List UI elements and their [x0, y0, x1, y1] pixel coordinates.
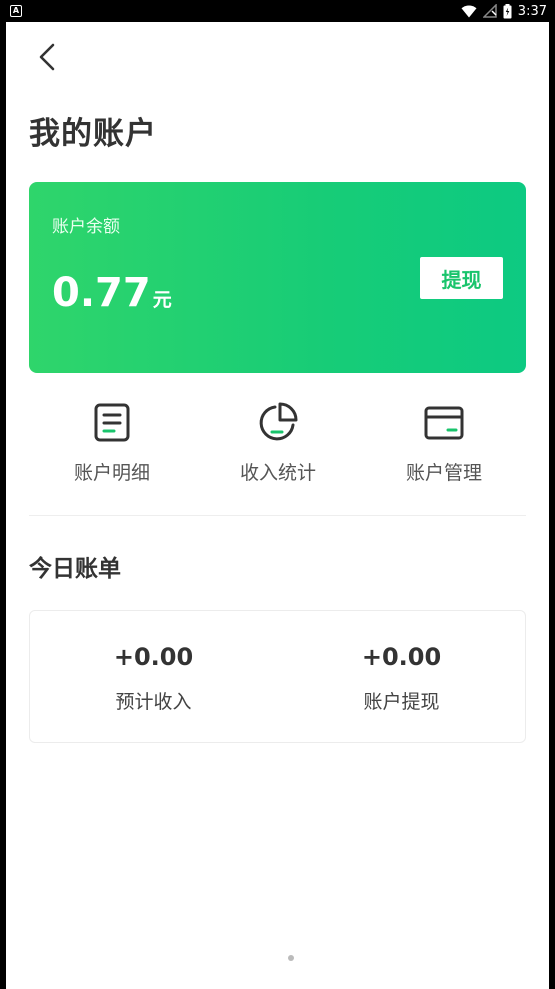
pie-chart-icon — [259, 402, 298, 441]
balance-amount: 0.77 元 — [52, 270, 172, 316]
income-stats-label: 收入统计 — [239, 462, 316, 484]
back-button[interactable] — [32, 40, 62, 74]
quick-actions: 账户明细 收入统计 账户管理 — [29, 400, 526, 490]
document-list-icon — [94, 403, 130, 442]
account-details-label: 账户明细 — [73, 462, 150, 484]
notification-icon: A — [10, 5, 22, 17]
card-icon — [424, 406, 464, 440]
income-stats-button[interactable]: 收入统计 — [195, 400, 361, 490]
balance-card: 账户余额 0.77 元 提现 — [29, 182, 526, 373]
account-manage-label: 账户管理 — [405, 462, 482, 484]
balance-value: 0.77 — [52, 270, 151, 316]
chevron-left-icon — [39, 43, 55, 71]
balance-label: 账户余额 — [52, 217, 120, 237]
account-withdrawal-label: 账户提现 — [363, 691, 440, 713]
status-bar: A 3:37 — [0, 0, 555, 22]
divider — [29, 515, 526, 516]
account-details-button[interactable]: 账户明细 — [29, 400, 195, 490]
account-manage-button[interactable]: 账户管理 — [361, 400, 527, 490]
account-withdrawal: +0.00 账户提现 — [278, 611, 525, 742]
withdraw-button[interactable]: 提现 — [420, 257, 503, 299]
account-withdrawal-value: +0.00 — [361, 643, 442, 671]
no-signal-icon — [482, 4, 497, 18]
expected-income: +0.00 预计收入 — [30, 611, 277, 742]
wifi-icon — [461, 5, 477, 17]
status-icons: 3:37 — [461, 0, 547, 22]
today-bill-title: 今日账单 — [29, 556, 121, 582]
screen: 我的账户 账户余额 0.77 元 提现 账户明细 收入统计 账户管理 今日账单 … — [6, 22, 549, 989]
page-indicator — [288, 955, 294, 961]
status-time: 3:37 — [517, 3, 547, 19]
page-title: 我的账户 — [29, 116, 157, 152]
balance-unit: 元 — [152, 289, 172, 311]
expected-income-label: 预计收入 — [115, 691, 192, 713]
battery-icon — [503, 3, 512, 18]
expected-income-value: +0.00 — [113, 643, 194, 671]
today-bill-card: +0.00 预计收入 +0.00 账户提现 — [29, 610, 526, 743]
